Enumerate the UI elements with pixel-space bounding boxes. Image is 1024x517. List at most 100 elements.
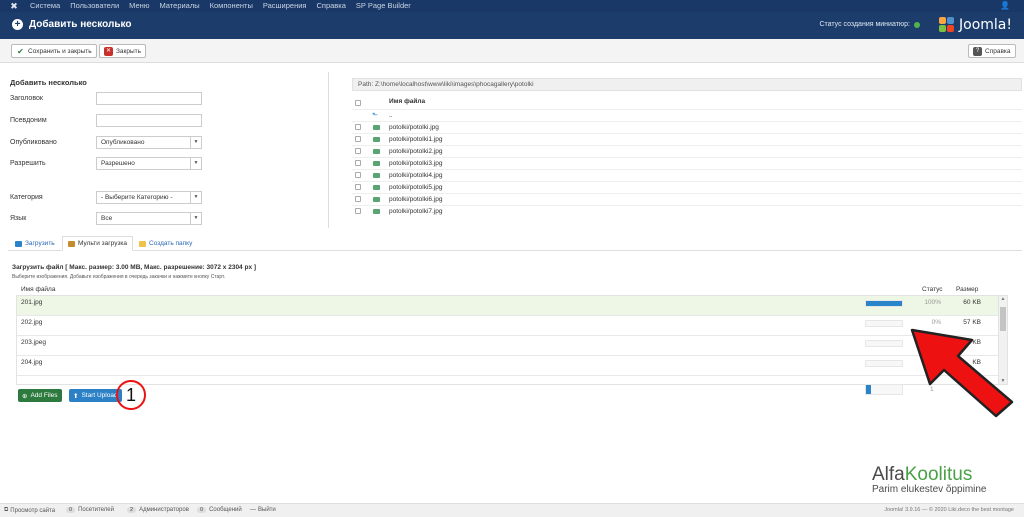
watermark-alfa: Alfa (872, 464, 905, 485)
page-title-text: Добавить несколько (29, 19, 132, 30)
file-row[interactable]: potolki/potolki2.jpg (352, 145, 1022, 156)
menu-system[interactable]: Система (30, 0, 60, 12)
tab-create-folder[interactable]: Создать папку (134, 236, 197, 251)
category-select[interactable]: - Выберите Категорию - ▼ (96, 191, 202, 204)
watermark-slogan: Parim elukestev õppimine (872, 484, 987, 495)
form-title: Добавить несколько (10, 78, 87, 87)
upload-limits: Загрузить файл [ Макс. размер: 3.00 MB, … (12, 264, 257, 271)
logout-label: Выйти (258, 507, 276, 513)
col-status: Статус (922, 286, 943, 293)
help-label: Справка (985, 47, 1011, 55)
joomla-menu-icon[interactable]: ✖ (6, 0, 22, 12)
queue-row: 202.jpg 0% 57 KB (17, 316, 999, 336)
file-checkbox[interactable] (355, 160, 361, 166)
title-input[interactable] (96, 92, 202, 105)
joomla-wordmark: Joomla! (959, 17, 1012, 33)
user-icon[interactable]: 👤 (1000, 0, 1010, 12)
page-header: + Добавить несколько Статус создания мин… (0, 12, 1024, 39)
upload-tabs: Загрузить Мульти загрузка Создать папку (8, 236, 1022, 251)
tab-multi-upload[interactable]: Мульти загрузка (62, 236, 134, 251)
file-checkbox[interactable] (355, 196, 361, 202)
folder-icon (139, 240, 146, 247)
category-value: - Выберите Категорию - (101, 194, 173, 201)
file-checkbox[interactable] (355, 208, 361, 214)
messages-count: 0 (197, 507, 207, 513)
help-icon: ? (973, 46, 982, 56)
messages-status[interactable]: 0 Сообщений (197, 507, 242, 513)
approve-select[interactable]: Разрешено ▼ (96, 157, 202, 170)
language-select[interactable]: Все ▼ (96, 212, 202, 225)
folder-up-row[interactable]: ⬑ .. (352, 109, 1022, 120)
thumbnail-status: Статус создания миниатюр: (819, 21, 920, 28)
file-checkbox[interactable] (355, 184, 361, 190)
image-file-icon (373, 197, 380, 202)
queue-progress-bar (865, 300, 903, 307)
scroll-up-icon[interactable]: ▲ (999, 296, 1007, 302)
tab-upload-label: Загрузить (25, 240, 55, 247)
published-label: Опубликовано (10, 139, 57, 146)
col-file-name: Имя файла (21, 286, 56, 293)
watermark-koolitus: Koolitus (904, 464, 973, 485)
menu-content[interactable]: Материалы (159, 0, 199, 12)
admins-count: 2 (127, 507, 137, 513)
file-row[interactable]: potolki/potolki3.jpg (352, 157, 1022, 168)
close-button[interactable]: ✕ Закрыть (99, 44, 147, 58)
file-row[interactable]: potolki/potolki1.jpg (352, 133, 1022, 144)
file-name: potolki/potolki3.jpg (389, 160, 443, 167)
file-checkbox[interactable] (355, 136, 361, 142)
published-select[interactable]: Опубликовано ▼ (96, 136, 202, 149)
approve-value: Разрешено (101, 160, 135, 167)
logout-link[interactable]: — Выйти (250, 507, 276, 513)
logout-icon: — (250, 507, 256, 513)
add-files-button[interactable]: ⊕ Add Files (18, 389, 62, 402)
file-row[interactable]: potolki/potolki4.jpg (352, 169, 1022, 180)
menu-sp-page-builder[interactable]: SP Page Builder (356, 0, 411, 12)
file-row[interactable]: potolki/potolki5.jpg (352, 181, 1022, 192)
pointer-arrow-icon (910, 328, 1014, 418)
file-row[interactable]: potolki/potolki6.jpg (352, 193, 1022, 204)
file-checkbox[interactable] (355, 148, 361, 154)
file-row[interactable]: potolki/potolki.jpg (352, 121, 1022, 132)
admins-status[interactable]: 2 Администраторов (127, 507, 189, 513)
view-site-link[interactable]: ⧉ Просмотр сайта (4, 507, 55, 514)
file-checkbox[interactable] (355, 124, 361, 130)
upload-arrow-icon: ⬆ (73, 392, 79, 400)
upload-queue: 201.jpg 100% 60 KB 202.jpg 0% 57 KB 203.… (16, 295, 1008, 385)
page-title: + Добавить несколько (12, 19, 131, 30)
image-file-icon (373, 125, 380, 130)
image-file-icon (373, 185, 380, 190)
save-close-button[interactable]: ✔ Сохранить и закрыть (11, 44, 97, 58)
start-upload-label: Start Upload (81, 392, 118, 399)
visitors-status[interactable]: 0 Посетителей (66, 507, 114, 513)
admin-menu: Система Пользователи Меню Материалы Комп… (30, 0, 421, 12)
alias-input[interactable] (96, 114, 202, 127)
watermark-logo: AlfaKoolitus (872, 464, 987, 486)
toolbar: ✔ Сохранить и закрыть ✕ Закрыть ? Справк… (0, 39, 1024, 63)
add-files-label: Add Files (30, 392, 58, 399)
menu-extensions[interactable]: Расширения (263, 0, 307, 12)
queue-row: 203.jpeg 0% 16 KB (17, 336, 999, 356)
menu-help[interactable]: Справка (316, 0, 345, 12)
chevron-down-icon: ▼ (190, 213, 201, 224)
queue-size: 60 KB (963, 299, 981, 306)
file-row[interactable]: potolki/potolki7.jpg (352, 205, 1022, 216)
file-checkbox[interactable] (355, 172, 361, 178)
save-close-label: Сохранить и закрыть (28, 47, 92, 55)
column-divider (328, 72, 329, 228)
file-name: potolki/potolki6.jpg (389, 196, 443, 203)
chevron-down-icon: ▼ (190, 158, 201, 169)
menu-menus[interactable]: Меню (129, 0, 149, 12)
start-upload-button[interactable]: ⬆ Start Upload (69, 389, 122, 402)
select-all-checkbox[interactable] (355, 100, 361, 106)
tab-upload[interactable]: Загрузить (10, 236, 60, 251)
queue-progress-bar (865, 360, 903, 367)
queue-row: 204.jpg KB (17, 356, 999, 376)
help-button[interactable]: ? Справка (968, 44, 1016, 58)
copyright: Joomla! 3.9.16 — © 2020 Liki.deco the be… (884, 507, 1014, 513)
alias-label: Псевдоним (10, 117, 47, 124)
menu-components[interactable]: Компоненты (210, 0, 253, 12)
approve-label: Разрешить (10, 160, 46, 167)
chevron-down-icon: ▼ (190, 137, 201, 148)
chevron-down-icon: ▼ (190, 192, 201, 203)
menu-users[interactable]: Пользователи (70, 0, 119, 12)
